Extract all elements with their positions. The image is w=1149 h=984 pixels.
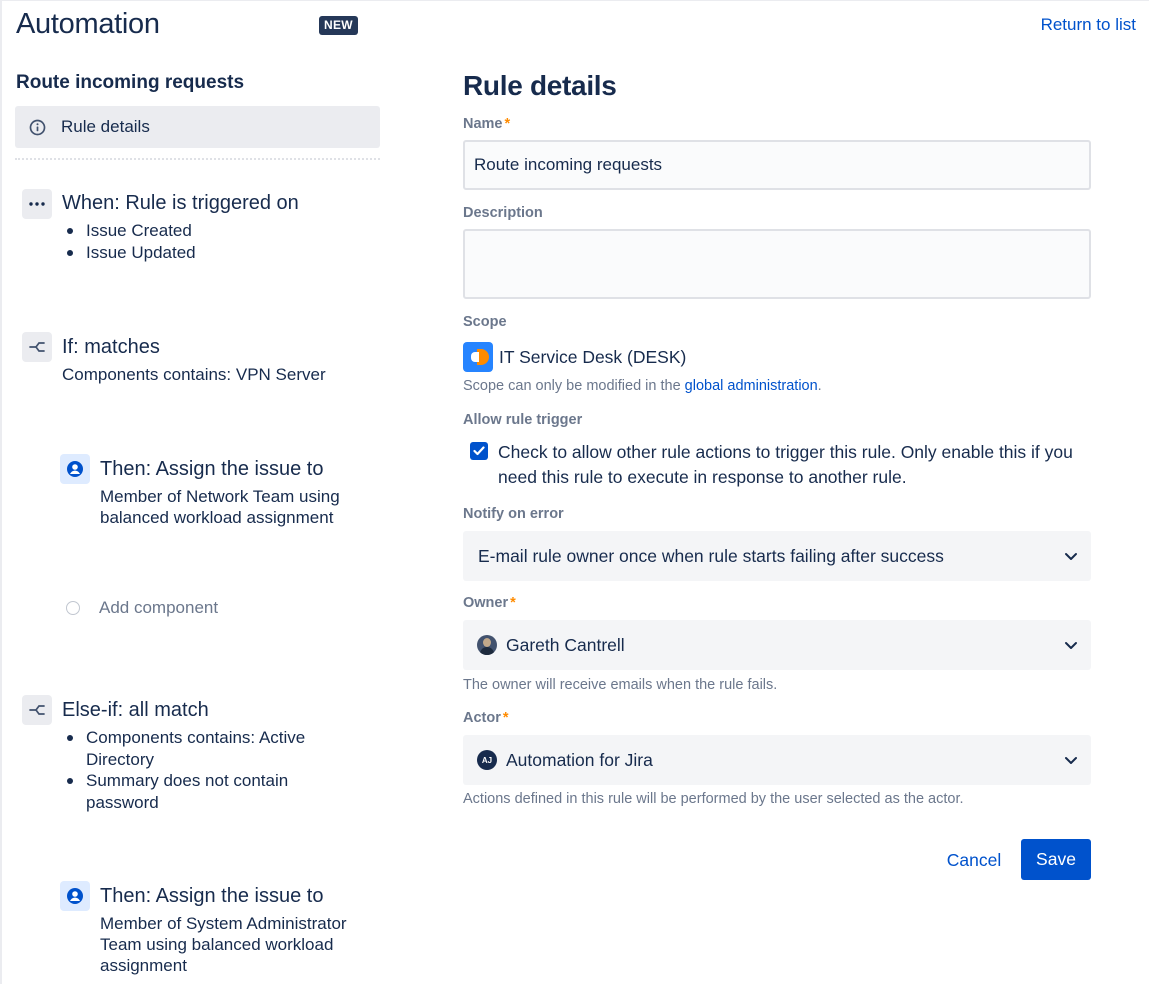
app-title: Automation [16, 8, 160, 40]
component-title: Then: Assign the issue to [100, 885, 324, 907]
name-input[interactable] [463, 140, 1091, 190]
scope-helper: Scope can only be modified in the global… [463, 378, 822, 394]
chevron-down-icon [1065, 642, 1077, 649]
add-circle-icon [66, 601, 80, 615]
required-indicator: * [502, 710, 509, 726]
component-title: Else-if: all match [62, 699, 209, 721]
actor-helper: Actions defined in this rule will be per… [463, 791, 964, 807]
else-if-component[interactable]: Else-if: all match Components contains: … [22, 694, 382, 814]
allow-trigger-text: Check to allow other rule actions to tri… [498, 442, 1073, 487]
add-component-label: Add component [99, 598, 219, 617]
window-border-left [0, 0, 2, 984]
name-label-text: Name [463, 116, 503, 132]
user-icon [60, 454, 90, 484]
sidebar-item-label: Rule details [61, 117, 150, 136]
list-item: Issue Created [62, 220, 372, 242]
list-item: Issue Updated [62, 242, 372, 264]
cancel-button[interactable]: Cancel [934, 840, 1014, 880]
branch-icon [22, 695, 52, 725]
component-detail: balanced workload assignment [100, 508, 334, 527]
chevron-down-icon [1065, 553, 1077, 560]
sidebar-rule-name: Route incoming requests [16, 72, 245, 93]
component-detail: Member of System Administrator [100, 914, 347, 933]
required-indicator: * [504, 116, 511, 132]
checkmark-icon [473, 446, 485, 456]
component-detail: assignment [100, 956, 187, 975]
info-icon [29, 119, 46, 135]
actor-select[interactable]: AJ Automation for Jira [463, 735, 1091, 785]
component-detail: Member of Network Team using [100, 487, 340, 506]
scope-helper-text: Scope can only be modified in the [463, 378, 685, 394]
owner-value: Gareth Cantrell [506, 634, 625, 655]
actor-value: Automation for Jira [506, 749, 653, 770]
required-indicator: * [510, 595, 516, 611]
new-badge: NEW [319, 16, 358, 35]
description-label: Description [463, 205, 543, 221]
more-dots-icon [22, 189, 52, 219]
project-avatar-icon [463, 342, 493, 372]
scope-name: IT Service Desk (DESK) [499, 346, 687, 367]
notify-label: Notify on error [463, 506, 564, 522]
owner-label: Owner * [463, 595, 516, 611]
actor-label-text: Actor [463, 710, 501, 726]
global-administration-link[interactable]: global administration [685, 378, 818, 394]
list-item: Components contains: Active Directory [62, 727, 332, 770]
return-to-list-link[interactable]: Return to list [1041, 15, 1136, 35]
owner-label-text: Owner [463, 595, 509, 611]
allow-trigger-label: Allow rule trigger [463, 412, 583, 428]
component-title: If: matches [62, 336, 160, 358]
scope-label: Scope [463, 314, 507, 330]
action-component[interactable]: Then: Assign the issue to Member of Netw… [60, 454, 380, 534]
branch-icon [22, 332, 52, 362]
component-title: When: Rule is triggered on [62, 192, 299, 214]
scope-value: IT Service Desk (DESK) [463, 342, 686, 372]
list-item: Summary does not contain password [62, 770, 332, 813]
window-border-top [0, 0, 1149, 1]
avatar [477, 635, 497, 655]
avatar: AJ [477, 750, 497, 770]
component-title: Then: Assign the issue to [100, 458, 324, 480]
notify-on-error-select[interactable]: E-mail rule owner once when rule starts … [463, 531, 1091, 581]
notify-value: E-mail rule owner once when rule starts … [478, 545, 944, 566]
condition-component[interactable]: If: matches Components contains: VPN Ser… [22, 332, 382, 388]
action-component[interactable]: Then: Assign the issue to Member of Syst… [60, 881, 380, 981]
chevron-down-icon [1065, 757, 1077, 764]
save-button[interactable]: Save [1021, 839, 1091, 880]
name-label: Name * [463, 116, 510, 132]
owner-select[interactable]: Gareth Cantrell [463, 620, 1091, 670]
description-input[interactable] [463, 229, 1091, 299]
page-title: Rule details [463, 70, 617, 101]
owner-helper: The owner will receive emails when the r… [463, 677, 778, 693]
trigger-component[interactable]: When: Rule is triggered on Issue Created… [22, 188, 382, 268]
user-icon [60, 881, 90, 911]
scope-helper-suffix: . [817, 378, 822, 394]
component-detail: Components contains: VPN Server [62, 365, 326, 384]
sidebar-item-rule-details[interactable]: Rule details [15, 106, 380, 148]
allow-trigger-checkbox[interactable] [470, 442, 488, 460]
add-component-button[interactable]: Add component [66, 598, 218, 618]
actor-label: Actor * [463, 710, 509, 726]
component-detail: Team using balanced workload [100, 935, 334, 954]
sidebar-divider [15, 158, 380, 160]
condition-list: Components contains: Active Directory Su… [62, 727, 332, 813]
trigger-event-list: Issue Created Issue Updated [62, 220, 372, 263]
